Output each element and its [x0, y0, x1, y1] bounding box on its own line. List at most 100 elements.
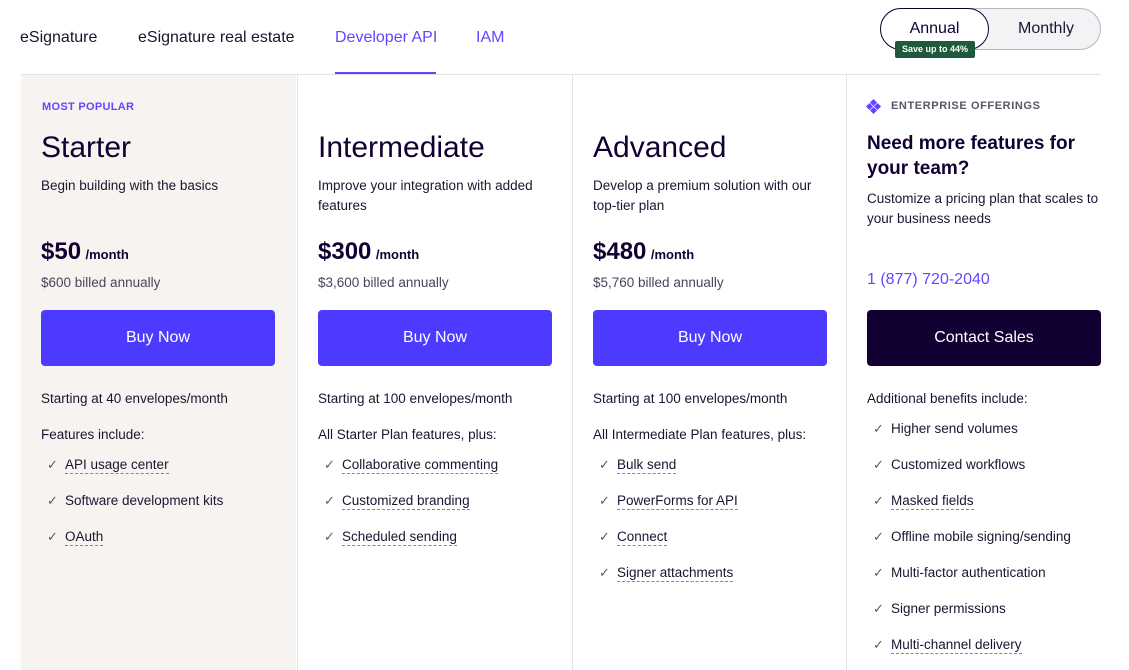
- feature-link[interactable]: Signer attachments: [617, 565, 734, 582]
- benefit-link[interactable]: Masked fields: [891, 493, 974, 510]
- price-period: /month: [375, 247, 420, 262]
- plan-card-advanced: Advanced Develop a premium solution with…: [572, 75, 847, 670]
- billed-annually: $3,600 billed annually: [318, 275, 449, 290]
- price-period: /month: [650, 247, 695, 262]
- features-heading: Features include:: [41, 427, 145, 442]
- benefit-list: ✓ Higher send volumes ✓ Customized workflo…: [867, 419, 1071, 670]
- billed-annually: $600 billed annually: [41, 275, 161, 290]
- plan-card-starter: MOST POPULAR Starter Begin building with…: [21, 75, 296, 670]
- plan-title: Intermediate: [318, 131, 485, 164]
- tab-esignature[interactable]: eSignature: [20, 29, 97, 47]
- benefit-text: Customized workflows: [891, 457, 1026, 472]
- price-line: $480 /month: [593, 238, 694, 266]
- price-line: $300 /month: [318, 238, 419, 266]
- plan-description: Improve your integration with added feat…: [318, 178, 533, 213]
- check-icon: ✓: [324, 457, 335, 472]
- feature-item: ✓ Bulk send: [593, 455, 738, 491]
- benefit-item: ✓ Masked fields: [867, 491, 1071, 527]
- enterprise-diamond-icon: [865, 98, 882, 115]
- contact-sales-button[interactable]: Contact Sales: [867, 310, 1101, 366]
- buy-now-button[interactable]: Buy Now: [318, 310, 552, 366]
- check-icon: ✓: [324, 493, 335, 508]
- benefit-item: ✓ Multi-channel delivery: [867, 635, 1071, 670]
- benefit-text: Offline mobile signing/sending: [891, 529, 1071, 544]
- tab-developer-api[interactable]: Developer API: [335, 29, 437, 47]
- check-icon: ✓: [599, 565, 610, 580]
- price-line: $50 /month: [41, 238, 129, 266]
- benefit-item: ✓ Higher send volumes: [867, 419, 1071, 455]
- plan-price: $50: [41, 238, 82, 265]
- check-icon: ✓: [324, 529, 335, 544]
- feature-item: ✓ Scheduled sending: [318, 527, 498, 563]
- feature-link[interactable]: Bulk send: [617, 457, 677, 474]
- feature-item: ✓ PowerForms for API: [593, 491, 738, 527]
- benefit-text: Multi-factor authentication: [891, 565, 1046, 580]
- check-icon: ✓: [47, 493, 58, 508]
- feature-text: Software development kits: [65, 493, 224, 508]
- features-heading: All Starter Plan features, plus:: [318, 427, 497, 442]
- feature-link[interactable]: Collaborative commenting: [342, 457, 499, 474]
- check-icon: ✓: [873, 601, 884, 616]
- feature-list: ✓ Collaborative commenting ✓ Customized br…: [318, 455, 499, 563]
- check-icon: ✓: [599, 529, 610, 544]
- feature-item: ✓ Collaborative commenting: [318, 455, 499, 491]
- monthly-option[interactable]: Monthly: [991, 9, 1101, 49]
- features-heading: All Intermediate Plan features, plus:: [593, 427, 807, 442]
- plan-description: Develop a premium solution with our top-…: [593, 178, 812, 213]
- sales-phone-link[interactable]: 1 (877) 720-2040: [867, 271, 990, 289]
- plan-title: Advanced: [593, 131, 727, 164]
- buy-now-button[interactable]: Buy Now: [593, 310, 827, 366]
- check-icon: ✓: [873, 529, 884, 544]
- feature-list: ✓ API usage center ✓ Software development …: [41, 455, 223, 563]
- most-popular-badge: MOST POPULAR: [42, 101, 135, 113]
- enterprise-title: Need more features for your team?: [867, 133, 1076, 179]
- check-icon: ✓: [599, 457, 610, 472]
- feature-list: ✓ Bulk send ✓ PowerForms for API ✓ Connect …: [593, 455, 738, 599]
- enterprise-label-text: ENTERPRISE OFFERINGS: [891, 100, 1041, 112]
- feature-item: ✓ Customized branding: [318, 491, 498, 527]
- check-icon: ✓: [873, 457, 884, 472]
- feature-item: ✓ Signer attachments: [593, 563, 738, 599]
- price-period: /month: [85, 247, 129, 262]
- benefit-text: Higher send volumes: [891, 421, 1018, 436]
- benefit-item: ✓ Offline mobile signing/sending: [867, 527, 1071, 563]
- buy-now-button[interactable]: Buy Now: [41, 310, 275, 366]
- check-icon: ✓: [599, 493, 610, 508]
- benefit-item: ✓ Customized workflows: [867, 455, 1071, 491]
- envelope-allowance: Starting at 100 envelopes/month: [318, 391, 513, 406]
- plan-card-intermediate: Intermediate Improve your integration wi…: [297, 75, 572, 670]
- feature-link[interactable]: PowerForms for API: [617, 493, 738, 510]
- feature-link[interactable]: API usage center: [65, 457, 169, 474]
- tab-iam[interactable]: IAM: [476, 29, 504, 47]
- benefit-text: Signer permissions: [891, 601, 1006, 616]
- feature-item: ✓ Connect: [593, 527, 738, 563]
- feature-link[interactable]: OAuth: [65, 529, 104, 546]
- billed-annually: $5,760 billed annually: [593, 275, 724, 290]
- feature-item: ✓ OAuth: [41, 527, 223, 563]
- feature-link[interactable]: Scheduled sending: [342, 529, 457, 546]
- feature-item: ✓ Software development kits: [41, 491, 223, 527]
- check-icon: ✓: [873, 565, 884, 580]
- envelope-allowance: Starting at 100 envelopes/month: [593, 391, 788, 406]
- plan-title: Starter: [41, 131, 132, 164]
- check-icon: ✓: [873, 637, 884, 652]
- benefits-heading: Additional benefits include:: [867, 391, 1028, 406]
- enterprise-description: Customize a pricing plan that scales to …: [867, 191, 1099, 226]
- benefit-item: ✓ Multi-factor authentication: [867, 563, 1071, 599]
- enterprise-card: ENTERPRISE OFFERINGS Need more features …: [846, 75, 1129, 670]
- plan-description: Begin building with the basics: [41, 178, 219, 193]
- check-icon: ✓: [873, 421, 884, 436]
- plan-price: $480: [593, 238, 647, 265]
- check-icon: ✓: [47, 529, 58, 544]
- plan-price: $300: [318, 238, 372, 265]
- check-icon: ✓: [873, 493, 884, 508]
- benefit-link[interactable]: Multi-channel delivery: [891, 637, 1022, 654]
- check-icon: ✓: [47, 457, 58, 472]
- tab-esignature-real-estate[interactable]: eSignature real estate: [138, 29, 295, 47]
- envelope-allowance: Starting at 40 envelopes/month: [41, 391, 228, 406]
- save-badge: Save up to 44%: [895, 41, 975, 58]
- enterprise-label: ENTERPRISE OFFERINGS: [865, 98, 1041, 115]
- feature-link[interactable]: Connect: [617, 529, 668, 546]
- feature-link[interactable]: Customized branding: [342, 493, 470, 510]
- feature-item: ✓ API usage center: [41, 455, 223, 491]
